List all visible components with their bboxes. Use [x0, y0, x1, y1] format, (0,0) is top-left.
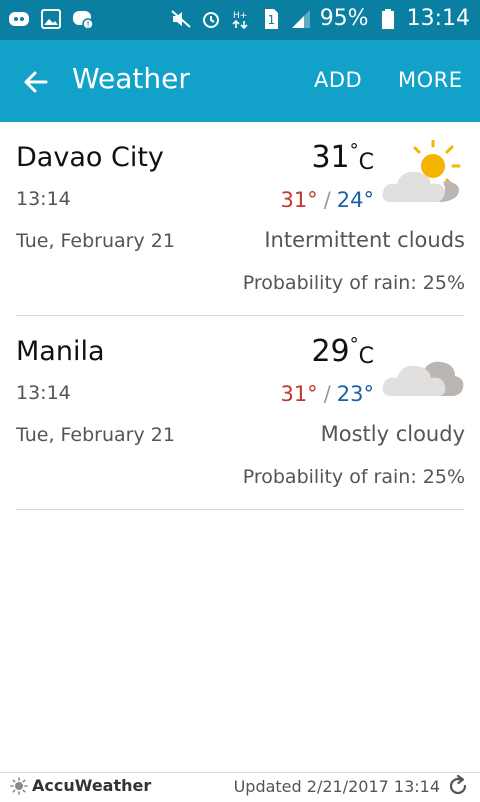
- page-title: Weather: [72, 62, 190, 95]
- discord-notification-icon: !: [72, 8, 94, 30]
- discord-icon: [8, 8, 30, 30]
- battery-percent: 95%: [319, 6, 369, 31]
- rain-probability: Probability of rain: 25%: [242, 272, 465, 294]
- svg-text:!: !: [86, 21, 90, 31]
- refresh-button[interactable]: [446, 774, 470, 798]
- sim-icon: 1: [260, 8, 282, 30]
- city-date: Tue, February 21: [16, 230, 175, 252]
- temp-degree: °: [349, 140, 359, 161]
- svg-text:1: 1: [267, 13, 275, 27]
- rain-probability: Probability of rain: 25%: [242, 466, 465, 488]
- alarm-icon: [200, 8, 222, 30]
- high-low: 31°/23°: [280, 382, 374, 406]
- status-bar: ! H+ 1 95% 13:14: [0, 0, 480, 40]
- temp-degree: °: [349, 334, 359, 355]
- current-temperature: 29 ° C: [311, 334, 374, 369]
- signal-icon: [290, 8, 312, 30]
- divider: [16, 509, 464, 510]
- high-low: 31°/24°: [280, 188, 374, 212]
- svg-text:H+: H+: [233, 11, 247, 21]
- high-temp: 31°: [280, 382, 318, 406]
- back-button[interactable]: [18, 64, 54, 100]
- footer: AccuWeather Updated 2/21/2017 13:14: [0, 772, 480, 801]
- city-name: Manila: [16, 336, 105, 367]
- current-temperature: 31 ° C: [311, 140, 374, 175]
- weather-condition: Intermittent clouds: [264, 228, 465, 252]
- battery-icon: [377, 8, 399, 30]
- status-time: 13:14: [406, 6, 470, 31]
- accuweather-logo[interactable]: AccuWeather: [10, 776, 151, 795]
- high-temp: 31°: [280, 188, 318, 212]
- refresh-icon: [449, 774, 467, 795]
- sun-logo-icon: [10, 776, 28, 795]
- temp-unit: C: [358, 150, 374, 175]
- image-icon: [40, 8, 62, 30]
- low-temp: 24°: [336, 188, 374, 212]
- weather-condition: Mostly cloudy: [320, 422, 465, 446]
- city-card[interactable]: Manila 13:14 Tue, February 21 29 ° C 31°/2…: [0, 316, 480, 509]
- high-low-separator: /: [323, 382, 331, 406]
- city-time: 13:14: [16, 382, 71, 404]
- cloudy-icon: [381, 334, 465, 404]
- temp-value: 31: [311, 140, 350, 175]
- mute-icon: [170, 8, 192, 30]
- add-button[interactable]: ADD: [314, 68, 362, 92]
- app-bar: Weather ADD MORE: [0, 40, 480, 122]
- brand-name: AccuWeather: [32, 776, 152, 795]
- data-icon: H+: [230, 8, 252, 30]
- city-name: Davao City: [16, 142, 164, 173]
- more-button[interactable]: MORE: [398, 68, 463, 92]
- city-time: 13:14: [16, 188, 71, 210]
- high-low-separator: /: [323, 188, 331, 212]
- city-card[interactable]: Davao City 13:14 Tue, February 21 31 ° C 3…: [0, 122, 480, 315]
- low-temp: 23°: [336, 382, 374, 406]
- city-date: Tue, February 21: [16, 424, 175, 446]
- temp-value: 29: [311, 334, 350, 369]
- partly-cloudy-icon: [381, 138, 465, 210]
- back-arrow-icon: [24, 71, 48, 93]
- last-updated: Updated 2/21/2017 13:14: [233, 777, 440, 796]
- temp-unit: C: [358, 344, 374, 369]
